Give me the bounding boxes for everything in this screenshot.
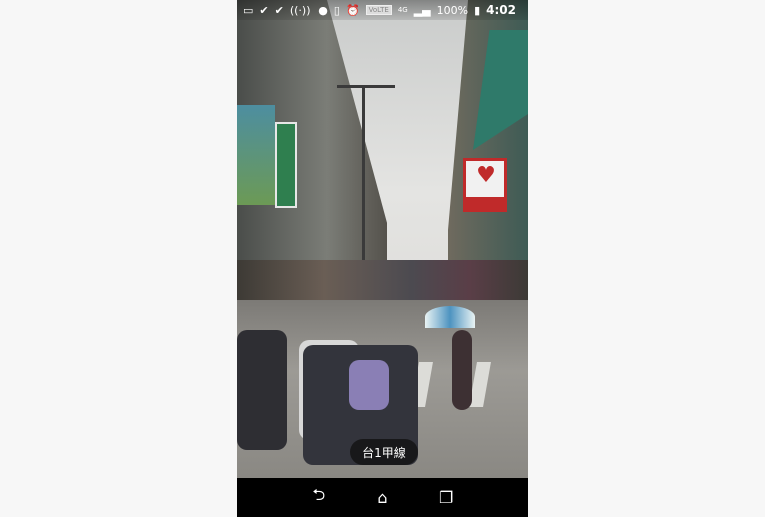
power-pole	[337, 85, 395, 88]
phone-screen: ♥ 台1甲線 ▭ ✔ ✔ ((·)) ● ▯ ⏰ VoLTE 4G ▂▄ 100…	[237, 0, 528, 517]
battery-percent: 100%	[436, 3, 469, 17]
billboard	[237, 105, 275, 205]
check-icon: ✔	[274, 3, 284, 17]
clock: 4:02	[486, 3, 516, 17]
umbrella	[425, 306, 475, 328]
keyboard-icon: ▭	[243, 3, 254, 17]
volte-badge: VoLTE	[365, 5, 392, 15]
scooter-rider	[237, 330, 287, 450]
rider-jacket	[349, 360, 389, 410]
signal-icon: ▂▄	[413, 3, 431, 17]
status-bar: ▭ ✔ ✔ ((·)) ● ▯ ⏰ VoLTE 4G ▂▄ 100% ▮ 4:0…	[237, 0, 528, 20]
street-view-panorama[interactable]: ♥ 台1甲線	[237, 0, 528, 478]
back-button[interactable]: ⮌	[304, 484, 334, 511]
power-pole	[362, 85, 365, 265]
network-type: 4G	[397, 6, 408, 14]
alarm-icon: ⏰	[345, 3, 360, 17]
recents-button[interactable]: ❐	[431, 488, 461, 507]
navigation-bar: ⮌ ⌂ ❐	[237, 478, 528, 517]
check-icon: ✔	[259, 3, 269, 17]
home-button[interactable]: ⌂	[367, 488, 397, 507]
pedestrian	[452, 330, 472, 410]
store-sign: ♥	[463, 158, 507, 212]
clinic-sign	[275, 122, 297, 208]
road-label[interactable]: 台1甲線	[350, 439, 418, 465]
location-pin-icon: ●	[318, 3, 328, 17]
signal-waves-icon: ((·))	[289, 3, 311, 17]
vibrate-icon: ▯	[333, 3, 340, 17]
battery-icon: ▮	[474, 3, 481, 17]
